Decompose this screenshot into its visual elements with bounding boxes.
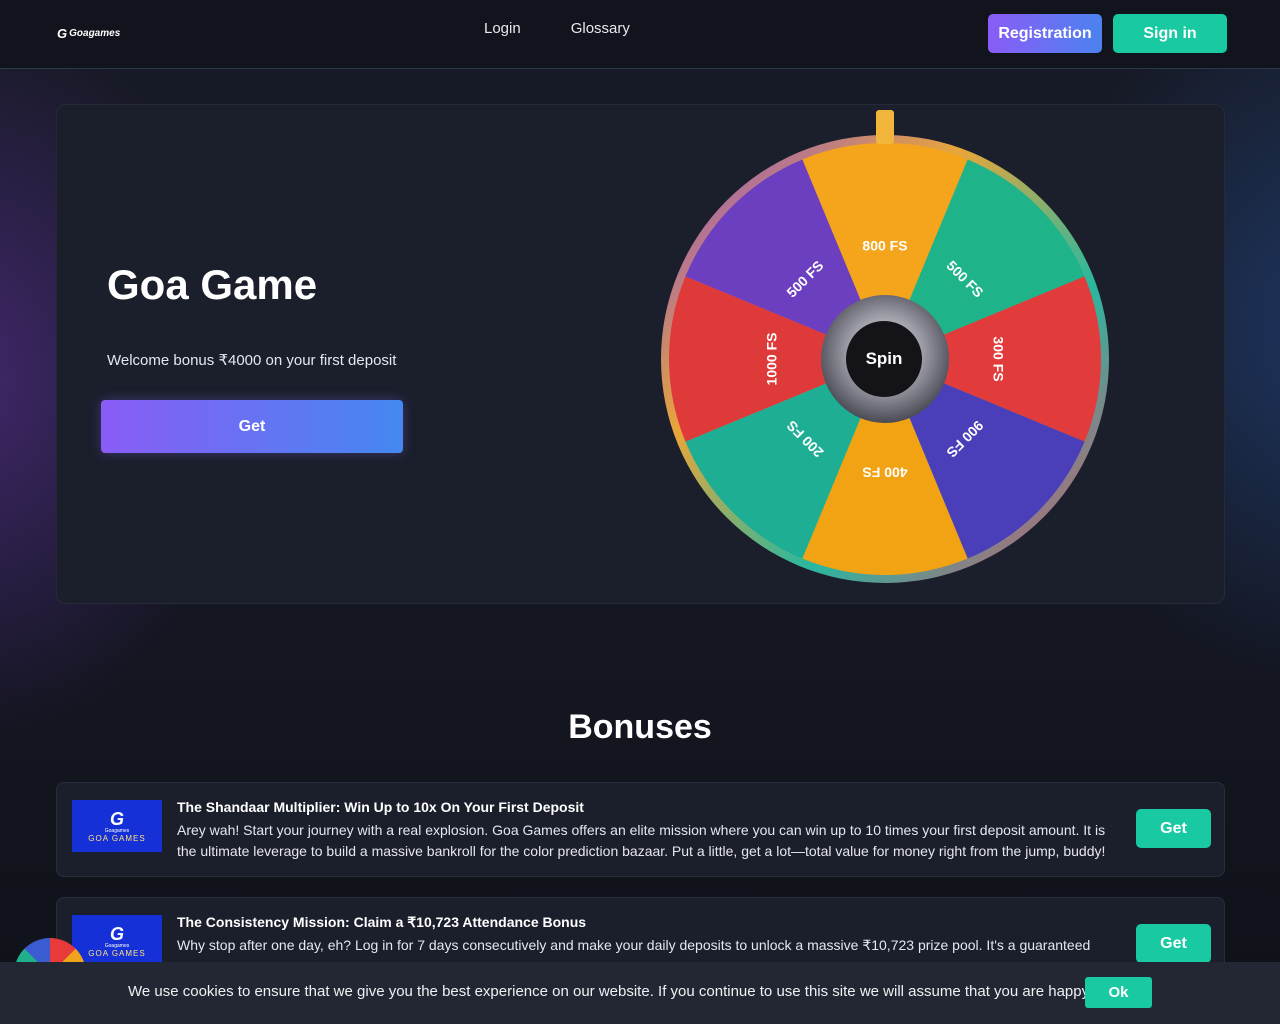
- wheel-pointer-icon: [876, 110, 894, 144]
- bonus-thumbnail: G Goagames GOA GAMES: [72, 800, 162, 852]
- wheel-segment-label: 300 FS: [990, 336, 1006, 381]
- wheel-segment-label: 1000 FS: [764, 333, 780, 386]
- hero-title: Goa Game: [107, 261, 318, 308]
- registration-button[interactable]: Registration: [988, 14, 1102, 53]
- bonuses-heading: Bonuses: [568, 708, 712, 746]
- logo-text: Goagames: [69, 28, 121, 39]
- fortune-wheel: 800 FS 500 FS 300 FS 900 FS 400 FS 200 FS 1000…: [660, 110, 1110, 590]
- cookie-ok-button[interactable]: Ok: [1085, 977, 1152, 1008]
- logo[interactable]: G Goagames: [57, 26, 120, 41]
- wheel-segment-label: 400 FS: [862, 464, 907, 480]
- bonus-description: Arey wah! Start your journey with a real…: [177, 822, 1106, 859]
- nav-login-link[interactable]: Login: [484, 20, 521, 37]
- hero-subtitle: Welcome bonus ₹4000 on your first deposi…: [107, 352, 397, 369]
- site-header: G Goagames Login Glossary Registration S…: [0, 0, 1280, 69]
- goa-games-logo-icon: G: [109, 923, 124, 944]
- nav-glossary-link[interactable]: Glossary: [571, 20, 630, 37]
- main-nav: Login Glossary: [484, 20, 630, 37]
- cookie-text: We use cookies to ensure that we give yo…: [128, 983, 1136, 1000]
- bonus-get-button[interactable]: Get: [1136, 809, 1211, 848]
- logo-mark-icon: G: [57, 26, 68, 41]
- sign-in-button[interactable]: Sign in: [1113, 14, 1227, 53]
- bonus-title: The Consistency Mission: Claim a ₹10,723…: [177, 914, 587, 930]
- bonus-title: The Shandaar Multiplier: Win Up to 10x O…: [177, 799, 584, 815]
- bonus-get-button[interactable]: Get: [1136, 924, 1211, 963]
- thumb-brand-name: GOA GAMES: [88, 833, 146, 843]
- goa-games-logo-icon: G: [109, 808, 124, 829]
- hero-banner: Goa Game Welcome bonus ₹4000 on your fir…: [56, 104, 1225, 604]
- cookie-banner: We use cookies to ensure that we give yo…: [0, 962, 1280, 1024]
- thumb-brand-name: GOA GAMES: [88, 948, 146, 958]
- spin-button[interactable]: Spin: [846, 321, 922, 397]
- wheel-segment-label: 800 FS: [862, 238, 907, 254]
- hero-get-button[interactable]: Get: [101, 400, 403, 453]
- bonus-thumbnail: G Goagames GOA GAMES: [72, 915, 162, 967]
- bonus-card: G Goagames GOA GAMES The Shandaar Multip…: [56, 782, 1225, 877]
